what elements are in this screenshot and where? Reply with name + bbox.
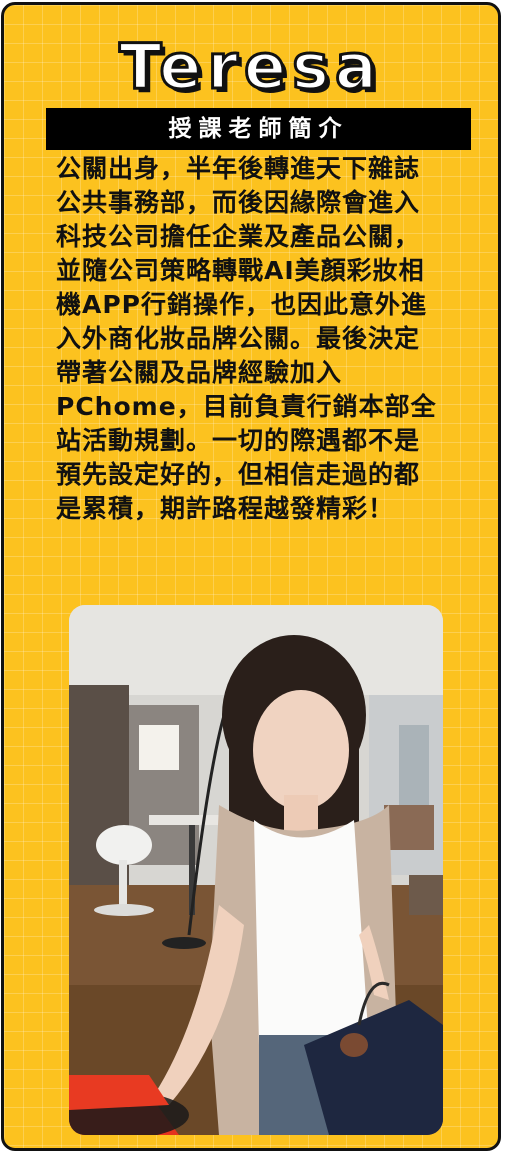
bio-line: 科技公司擔任企業及產品公關，: [56, 222, 421, 251]
bio-text: 公關出身，半年後轉進天下雜誌 公共事務部，而後因緣際會進入 科技公司擔任企業及產…: [56, 152, 476, 526]
bio-line: 公共事務部，而後因緣際會進入: [56, 188, 421, 217]
profile-card: Teresa 授課老師簡介 公關出身，半年後轉進天下雜誌 公共事務部，而後因緣際…: [1, 2, 501, 1151]
bio-line: 機APP行銷操作，也因此意外進: [56, 290, 427, 319]
bio-line: 站活動規劃。一切的際遇都不是: [56, 426, 421, 455]
teacher-name: Teresa: [118, 29, 383, 105]
bio-line: 帶著公關及品牌經驗加入: [56, 358, 343, 387]
bio-line: 是累積，期許路程越發精彩！: [56, 494, 395, 523]
teacher-photo: [69, 605, 443, 1135]
bio-line: 預先設定好的，但相信走過的都: [56, 460, 421, 489]
bio-line: 公關出身，半年後轉進天下雜誌: [56, 154, 421, 183]
bio-line: 入外商化妝品牌公關。最後決定: [56, 324, 421, 353]
bio-line: PChome，目前負責行銷本部全: [56, 392, 437, 421]
bio-line: 並隨公司策略轉戰AI美顏彩妝相: [56, 256, 425, 285]
section-title: 授課老師簡介: [168, 116, 349, 142]
section-title-bar: 授課老師簡介: [46, 108, 471, 150]
